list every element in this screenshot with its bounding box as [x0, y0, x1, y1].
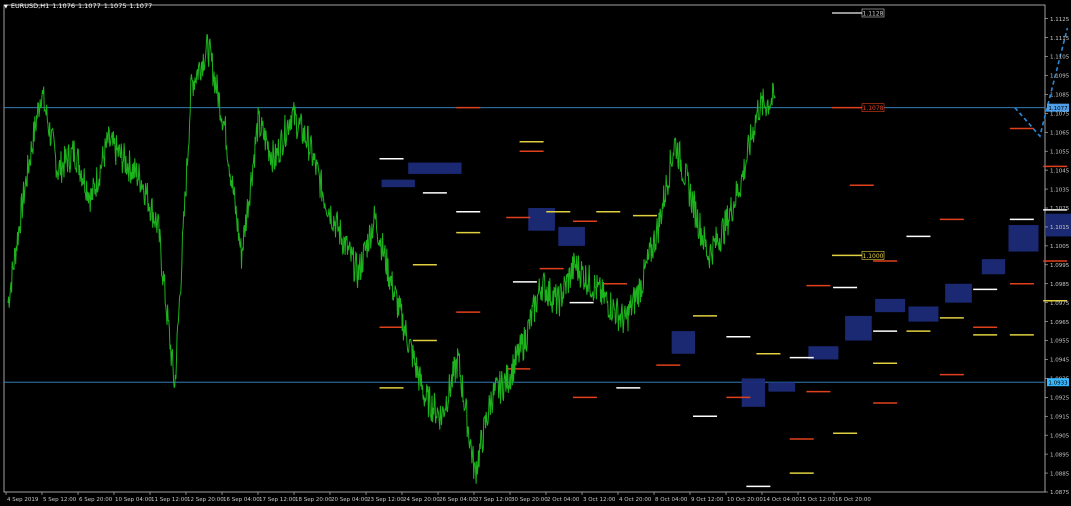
x-tick-label: 10 Oct 20:00: [727, 497, 763, 503]
y-tick-label: 1.0985: [1050, 282, 1070, 288]
zone-box: [768, 382, 796, 392]
y-tick-label: 1.0885: [1050, 471, 1070, 477]
zone-box: [945, 283, 972, 303]
x-tick-label: 15 Oct 12:00: [799, 497, 835, 503]
x-tick-label: 20 Sep 04:00: [331, 497, 368, 503]
x-tick-label: 30 Sep 20:00: [511, 497, 548, 503]
high-value: 1.1077: [77, 2, 101, 10]
y-tick-label: 1.1095: [1050, 74, 1070, 80]
y-tick-label: 1.1085: [1050, 93, 1070, 99]
y-tick-label: 1.1025: [1050, 206, 1070, 212]
zone-box: [408, 162, 462, 174]
y-tick-label: 1.0895: [1050, 452, 1070, 458]
y-tick-label: 1.0925: [1050, 396, 1070, 402]
zone-box: [908, 306, 939, 322]
zone-box: [381, 179, 415, 188]
symbol-header: ▼ EURUSD,H1 1.1076 1.1077 1.1075 1.1077: [4, 2, 155, 10]
plot-frame: [3, 4, 1046, 493]
price-chart[interactable]: 1.1128 1.1078 1.1000 1.1125 1.1115 1.1105 1.10…: [0, 0, 1071, 506]
x-tick-label: 27 Sep 12:00: [475, 497, 512, 503]
open-value: 1.1076: [52, 2, 75, 10]
x-tick-label: 24 Sep 20:00: [403, 497, 440, 503]
x-tick-label: 26 Sep 04:00: [439, 497, 476, 503]
y-tick-label: 1.0945: [1050, 358, 1070, 364]
x-tick-label: 4 Sep 2019: [7, 497, 39, 503]
zone-box: [845, 315, 872, 341]
y-tick-label: 1.1105: [1050, 55, 1070, 61]
y-tick-label: 1.1015: [1050, 225, 1070, 231]
y-tick-label: 1.1055: [1050, 149, 1070, 155]
symbol-name: EURUSD,H1: [10, 2, 50, 10]
x-tick-label: 3 Oct 12:00: [583, 497, 616, 503]
x-tick-label: 4 Oct 20:00: [619, 497, 652, 503]
x-tick-label: 16 Sep 04:00: [223, 497, 260, 503]
y-tick-label: 1.0975: [1050, 301, 1070, 307]
level-label-text: 1.1128: [863, 11, 884, 18]
y-tick-label: 1.0875: [1050, 490, 1070, 496]
zone-box: [1008, 225, 1039, 252]
low-value: 1.1075: [103, 2, 127, 10]
y-tick-label: 1.0965: [1050, 320, 1070, 326]
y-tick-label: 1.1125: [1050, 17, 1070, 23]
zone-box: [875, 298, 906, 313]
x-tick-label: 14 Oct 04:00: [763, 497, 799, 503]
x-tick-label: 12 Sep 20:00: [187, 497, 224, 503]
y-tick-label: 1.1075: [1050, 112, 1070, 118]
x-tick-label: 17 Sep 12:00: [259, 497, 296, 503]
axis-price-tag-text: 1.0933: [1048, 380, 1068, 386]
y-tick-label: 1.1065: [1050, 130, 1070, 136]
zone-box: [981, 259, 1006, 275]
y-tick-label: 1.1045: [1050, 168, 1070, 174]
x-tick-label: 10 Sep 04:00: [115, 497, 152, 503]
price-series-line: [7, 33, 776, 484]
zone-box: [741, 378, 766, 407]
y-tick-label: 1.1005: [1050, 244, 1070, 250]
zone-box: [558, 226, 585, 246]
y-tick-label: 1.0905: [1050, 433, 1070, 439]
x-tick-label: 11 Sep 12:00: [151, 497, 188, 503]
level-label-text: 1.1078: [863, 105, 884, 112]
level-label-text: 1.1000: [863, 253, 884, 260]
x-tick-label: 5 Sep 12:00: [43, 497, 77, 503]
close-value: 1.1077: [129, 2, 153, 10]
projection-line: [1014, 27, 1069, 138]
chart-window: 1.1128 1.1078 1.1000 1.1125 1.1115 1.1105 1.10…: [0, 0, 1071, 506]
x-tick-label: 18 Sep 20:00: [295, 497, 332, 503]
y-tick-label: 1.0915: [1050, 414, 1070, 420]
y-tick-label: 1.0995: [1050, 263, 1070, 269]
x-tick-label: 16 Oct 20:00: [835, 497, 871, 503]
y-tick-label: 1.1035: [1050, 187, 1070, 193]
axis-price-tag-text: 1.1077: [1048, 106, 1068, 112]
x-tick-label: 8 Oct 04:00: [655, 497, 688, 503]
zone-box: [671, 331, 696, 354]
x-tick-label: 9 Oct 12:00: [691, 497, 724, 503]
x-tick-label: 2 Oct 04:00: [547, 497, 580, 503]
y-tick-label: 1.0955: [1050, 339, 1070, 345]
dropdown-triangle-icon[interactable]: ▼: [4, 4, 8, 10]
y-tick-label: 1.1115: [1050, 36, 1070, 42]
x-tick-label: 6 Sep 20:00: [79, 497, 113, 503]
x-tick-label: 23 Sep 12:00: [367, 497, 404, 503]
